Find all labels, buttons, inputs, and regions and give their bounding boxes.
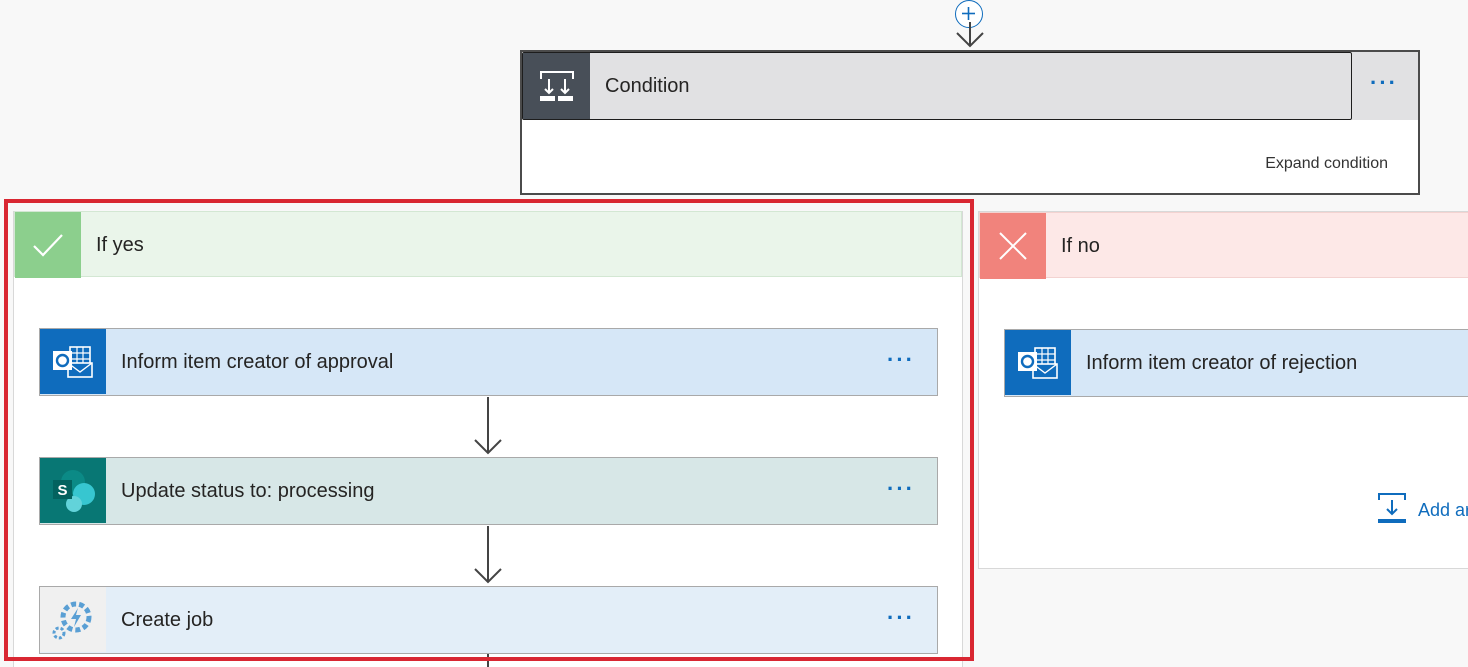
connector-arrow-icon — [474, 397, 502, 455]
condition-icon — [523, 53, 590, 119]
branch-yes-header[interactable]: If yes — [14, 211, 962, 278]
action-more-options-button[interactable]: ··· — [887, 605, 915, 631]
sharepoint-icon: S — [40, 458, 106, 523]
branch-yes-label: If yes — [96, 234, 144, 256]
automation-gear-icon — [40, 587, 106, 652]
add-action-button[interactable]: Add ar — [1376, 492, 1468, 529]
condition-menu-area: ··· — [1352, 52, 1418, 120]
action-card-inform-rejection[interactable]: Inform item creator of rejection — [1004, 329, 1468, 397]
branch-yes-panel: If yes Inform item creator of approval ·… — [13, 211, 963, 667]
add-action-label: Add ar — [1418, 500, 1468, 520]
action-more-options-button[interactable]: ··· — [887, 476, 915, 502]
action-label: Inform item creator of rejection — [1086, 352, 1358, 374]
svg-text:S: S — [57, 482, 67, 499]
action-card-inform-approval[interactable]: Inform item creator of approval ··· — [39, 328, 938, 396]
expand-condition-link[interactable]: Expand condition — [1265, 155, 1388, 173]
action-card-update-status[interactable]: S Update status to: processing ··· — [39, 457, 938, 525]
condition-card[interactable]: Condition ··· Expand condition — [520, 50, 1420, 195]
close-icon — [980, 213, 1046, 279]
branch-no-label: If no — [1061, 235, 1100, 257]
action-label: Inform item creator of approval — [121, 351, 394, 373]
condition-more-options-button[interactable]: ··· — [1370, 70, 1398, 96]
checkmark-icon — [15, 212, 81, 278]
connector-arrow-icon — [474, 526, 502, 584]
condition-header[interactable]: Condition — [522, 52, 1352, 120]
condition-title: Condition — [605, 75, 690, 97]
connector-line — [487, 654, 489, 667]
action-card-create-job[interactable]: Create job ··· — [39, 586, 938, 654]
add-action-icon — [1378, 493, 1406, 523]
action-label: Update status to: processing — [121, 480, 375, 502]
connector-arrow-icon — [956, 22, 984, 48]
outlook-icon — [40, 329, 106, 394]
outlook-icon — [1005, 330, 1071, 395]
action-label: Create job — [121, 609, 214, 631]
action-more-options-button[interactable]: ··· — [887, 347, 915, 373]
branch-no-header[interactable]: If no — [979, 212, 1468, 279]
